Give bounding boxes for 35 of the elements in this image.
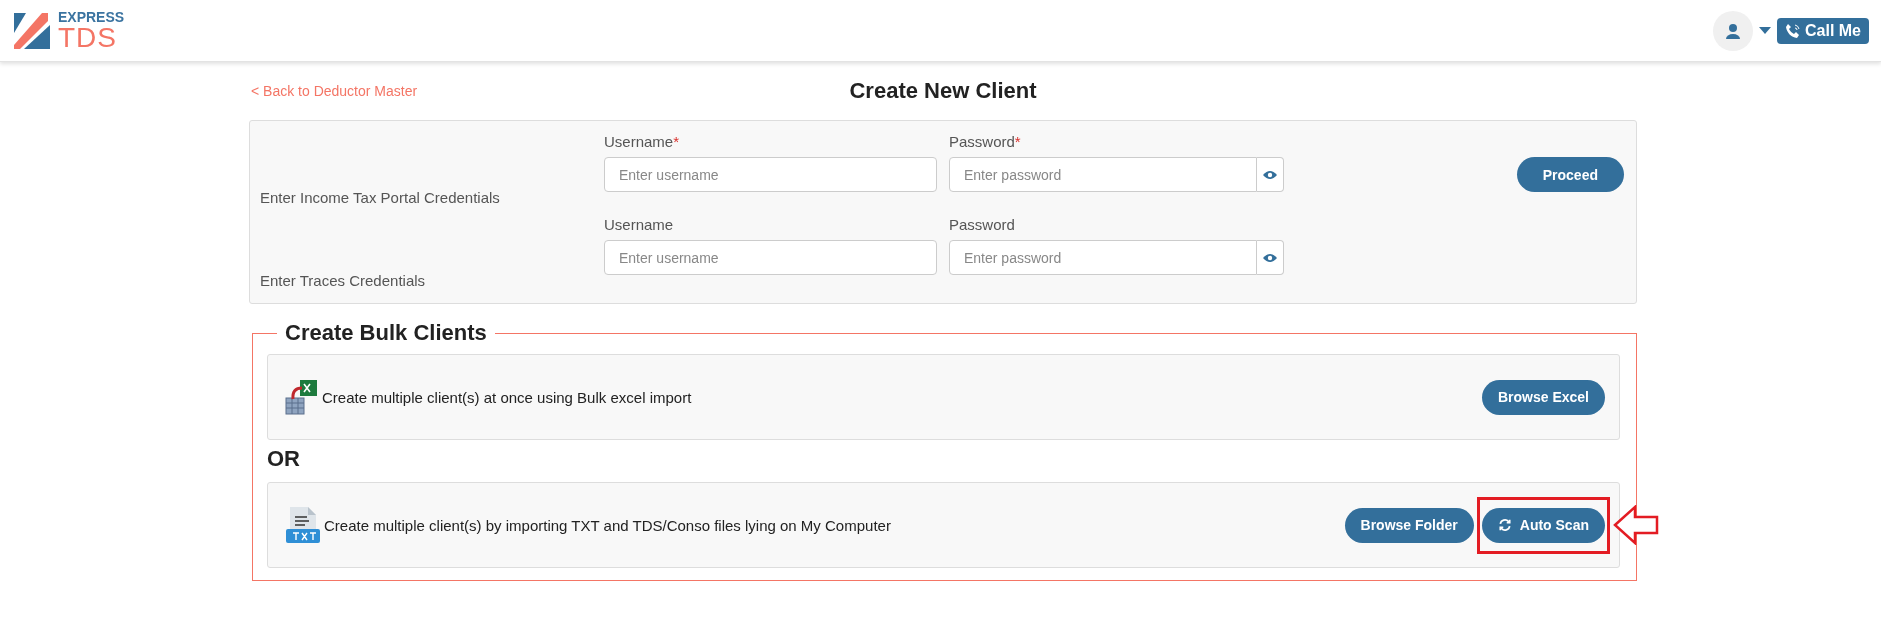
password-field[interactable]: Enter password	[949, 240, 1257, 275]
password-field[interactable]: Enter password	[949, 157, 1257, 192]
call-me-button[interactable]: Call Me	[1777, 17, 1869, 44]
username-field[interactable]: Enter username	[604, 157, 937, 192]
eye-icon	[1263, 169, 1277, 180]
field-label: Username	[604, 216, 675, 233]
user-avatar[interactable]	[1713, 10, 1753, 51]
back-link[interactable]: < Back to Deductor Master	[249, 83, 850, 99]
caret-icon[interactable]	[1759, 26, 1771, 35]
refresh-icon	[1497, 518, 1512, 532]
credentials-label: Enter Income Tax Portal Credentials	[260, 189, 501, 206]
show-password-button[interactable]	[1257, 240, 1284, 275]
show-password-button[interactable]	[1257, 157, 1284, 192]
browse-button[interactable]: Browse Folder	[1344, 507, 1474, 543]
import-description: Create multiple client(s) by importing TXT and TDS/Conso files lying on My Computer	[324, 516, 892, 534]
phone-icon	[1785, 22, 1801, 39]
browse-button[interactable]: Browse Excel	[1481, 379, 1605, 415]
eye-icon	[1263, 252, 1277, 263]
page-title: Create New Client	[849, 78, 1037, 104]
field-label: Password*	[949, 133, 1022, 150]
logo-text: TDS	[58, 23, 117, 52]
import-description: Create multiple client(s) at once using Bulk excel import	[322, 388, 693, 406]
logo-text: EXPRESS	[58, 9, 125, 24]
proceed-button[interactable]: Proceed	[1516, 157, 1624, 192]
section-title: Create Bulk Clients	[284, 320, 488, 346]
txt-file-icon	[284, 505, 320, 545]
excel-import-icon	[284, 378, 318, 416]
field-label: Password	[949, 216, 1016, 233]
auto-scan-button[interactable]: Auto Scan	[1481, 507, 1605, 543]
logo-icon	[12, 10, 52, 51]
separator-text: OR	[267, 446, 301, 472]
username-field[interactable]: Enter username	[604, 240, 937, 275]
user-icon	[1725, 22, 1741, 39]
field-label: Username*	[604, 133, 681, 150]
credentials-label: Enter Traces Credentials	[260, 272, 427, 289]
